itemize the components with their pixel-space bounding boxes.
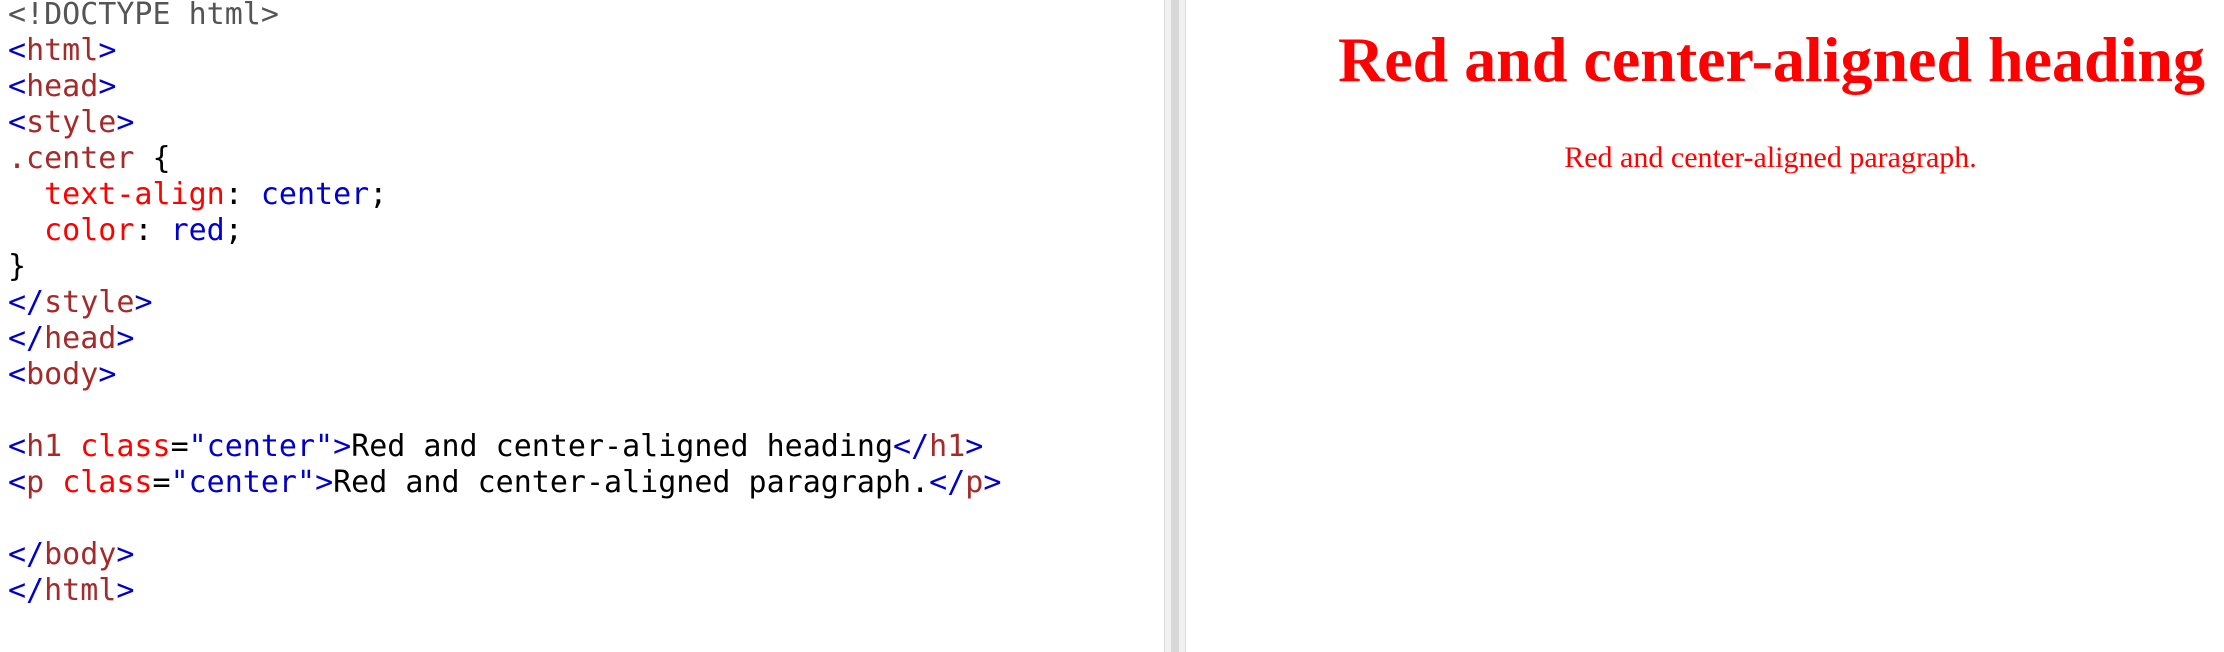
code-token-sel: .center	[8, 141, 135, 176]
code-token-bracket: >	[116, 537, 135, 572]
code-token-bracket: <	[8, 357, 27, 392]
code-token-bracket: </	[893, 429, 930, 464]
code-token-pval: red	[170, 213, 225, 248]
code-token-bracket: <	[8, 465, 27, 500]
tryit-editor-app: <!DOCTYPE html> <html> <head> <style> .cente…	[0, 0, 2224, 652]
code-token-tag: style	[44, 285, 135, 320]
code-token-tag: head	[26, 69, 99, 104]
code-token-text: =	[170, 429, 189, 464]
code-token-bracket: >	[134, 285, 153, 320]
result-preview-pane: Red and center-aligned heading Red and c…	[1186, 0, 2224, 652]
code-line[interactable]	[8, 501, 1001, 537]
code-token-tag: html	[44, 573, 117, 608]
code-line[interactable]: <body>	[8, 357, 1001, 393]
code-token-bracket: </	[8, 321, 45, 356]
code-token-bracket: <	[8, 105, 27, 140]
code-line[interactable]: <html>	[8, 33, 1001, 69]
code-line[interactable]: </body>	[8, 537, 1001, 573]
code-editor-pane[interactable]: <!DOCTYPE html> <html> <head> <style> .cente…	[0, 0, 1164, 652]
code-token-prop: text-align	[44, 177, 225, 212]
code-token-doctype: <!DOCTYPE html>	[8, 0, 279, 32]
code-token-value: "center"	[170, 465, 316, 500]
pane-splitter[interactable]	[1164, 0, 1186, 652]
code-token-tag: h1	[26, 429, 63, 464]
code-editor-content[interactable]: <!DOCTYPE html> <html> <head> <style> .cente…	[8, 0, 1001, 609]
code-line[interactable]: <head>	[8, 69, 1001, 105]
code-token-attr: class	[80, 429, 171, 464]
code-line[interactable]: .center {	[8, 141, 1001, 177]
code-line[interactable]: text-align: center;	[8, 177, 1001, 213]
code-token-bracket: </	[8, 573, 45, 608]
code-token-bracket: >	[116, 105, 135, 140]
code-token-pval: center	[260, 177, 370, 212]
code-token-text: {	[134, 141, 171, 176]
code-token-bracket: >	[116, 321, 135, 356]
code-token-bracket: </	[8, 537, 45, 572]
code-token-tag: h1	[929, 429, 966, 464]
code-token-bracket: >	[333, 429, 352, 464]
code-token-tag: head	[44, 321, 117, 356]
code-token-attr: class	[62, 465, 153, 500]
code-line[interactable]: }	[8, 249, 1001, 285]
code-line[interactable]: <p class="center">Red and center-aligned…	[8, 465, 1001, 501]
code-token-text: :	[224, 177, 261, 212]
code-token-bracket: >	[983, 465, 1002, 500]
code-line[interactable]: <style>	[8, 105, 1001, 141]
code-token-bracket: >	[315, 465, 334, 500]
code-token-tag: html	[26, 33, 99, 68]
code-token-text: ;	[369, 177, 388, 212]
code-token-text: :	[134, 213, 171, 248]
code-line[interactable]: color: red;	[8, 213, 1001, 249]
code-token-bracket: <	[8, 429, 27, 464]
code-line[interactable]	[8, 393, 1001, 429]
code-token-text: Red and center-aligned heading	[351, 429, 894, 464]
code-token-text: }	[8, 249, 27, 284]
code-token-bracket: </	[8, 285, 45, 320]
code-line[interactable]: </html>	[8, 573, 1001, 609]
code-token-text: =	[152, 465, 171, 500]
code-token-tag: body	[44, 537, 117, 572]
code-token-bracket: >	[98, 69, 117, 104]
code-token-bracket: <	[8, 33, 27, 68]
code-token-bracket: <	[8, 69, 27, 104]
code-token-bracket: >	[965, 429, 984, 464]
code-token-text: Red and center-aligned paragraph.	[333, 465, 930, 500]
code-line[interactable]: </head>	[8, 321, 1001, 357]
code-token-tag: p	[26, 465, 45, 500]
preview-heading: Red and center-aligned heading	[1338, 24, 2205, 95]
code-token-text: ;	[224, 213, 243, 248]
code-line[interactable]: </style>	[8, 285, 1001, 321]
preview-paragraph: Red and center-aligned paragraph.	[1564, 141, 1977, 174]
code-token-bracket: </	[929, 465, 966, 500]
code-token-value: "center"	[188, 429, 334, 464]
code-token-tag: body	[26, 357, 99, 392]
splitter-handle[interactable]	[1171, 0, 1179, 652]
code-token-bracket: >	[116, 573, 135, 608]
code-line[interactable]: <h1 class="center">Red and center-aligne…	[8, 429, 1001, 465]
code-token-bracket: >	[98, 33, 117, 68]
code-token-tag: p	[965, 465, 984, 500]
code-token-prop: color	[44, 213, 135, 248]
code-token-tag: style	[26, 105, 117, 140]
code-token-bracket: >	[98, 357, 117, 392]
code-line[interactable]: <!DOCTYPE html>	[8, 0, 1001, 33]
